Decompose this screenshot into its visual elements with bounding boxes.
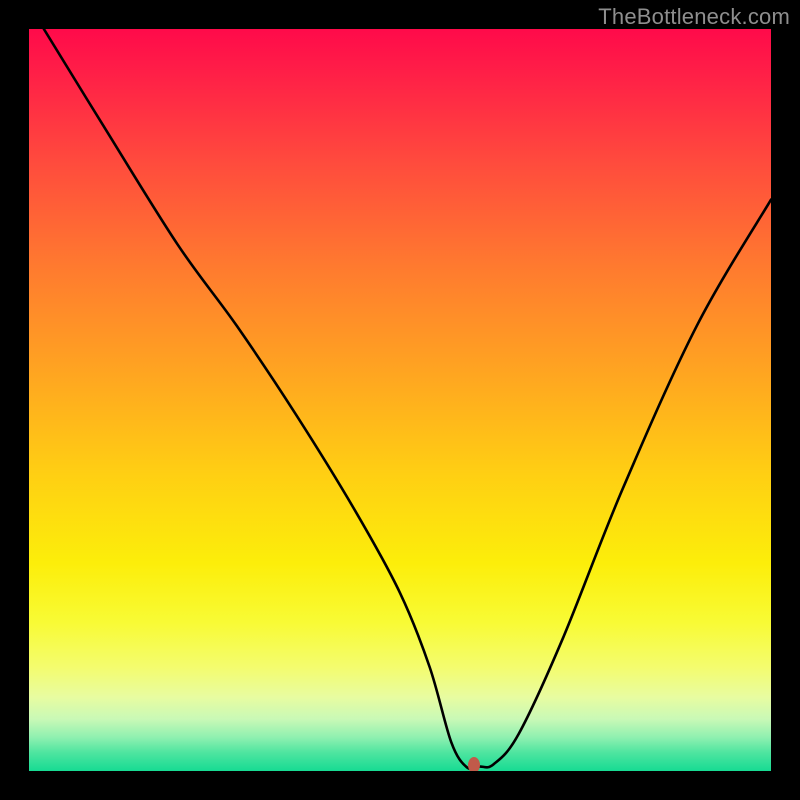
optimal-point-marker — [468, 757, 480, 771]
curve-svg — [29, 29, 771, 771]
outer-frame: TheBottleneck.com — [0, 0, 800, 800]
plot-area — [29, 29, 771, 771]
watermark-text: TheBottleneck.com — [598, 4, 790, 30]
bottleneck-curve — [44, 29, 771, 769]
